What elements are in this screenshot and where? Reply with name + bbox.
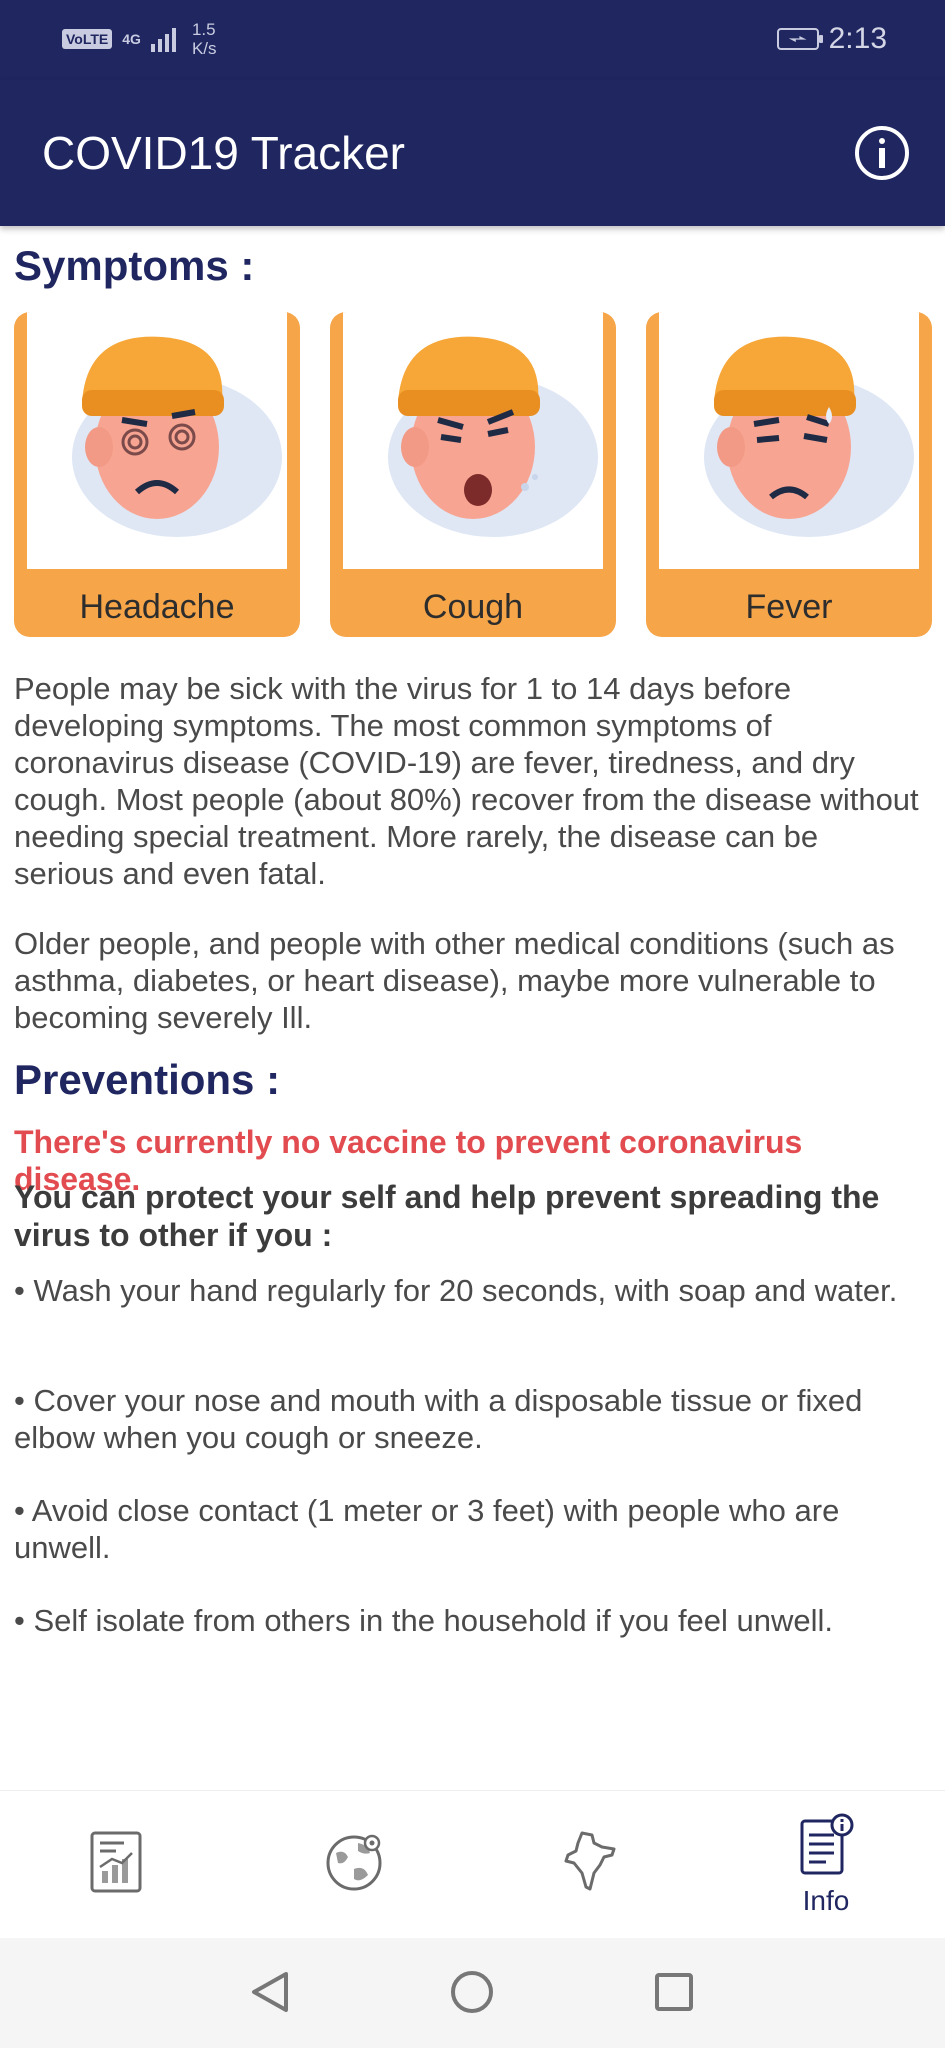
speed-unit: K/s xyxy=(191,39,217,58)
app-bar: COVID19 Tracker xyxy=(0,80,945,226)
symptoms-paragraph-1: People may be sick with the virus for 1 … xyxy=(14,671,919,891)
symptom-card-cough: Cough xyxy=(330,312,616,637)
globe-icon xyxy=(326,1834,382,1891)
info-document-icon xyxy=(800,1813,854,1875)
volte-badge: VoLTE xyxy=(62,29,113,49)
battery-charging-icon xyxy=(776,28,823,50)
stats-report-icon xyxy=(90,1831,142,1893)
prevention-item: • Avoid close contact (1 meter or 3 feet… xyxy=(14,1493,840,1565)
preventions-intro: You can protect your self and help preve… xyxy=(14,1179,880,1253)
home-circle-icon[interactable] xyxy=(448,1968,496,2016)
symptom-card-fever: Fever xyxy=(646,312,932,637)
fever-face-illustration xyxy=(659,312,919,569)
nav-item-info[interactable]: Info xyxy=(708,1791,944,1939)
headache-face-illustration xyxy=(27,312,287,569)
system-nav-bar xyxy=(0,1938,945,2048)
prevention-item: • Self isolate from others in the househ… xyxy=(14,1603,834,1638)
bottom-nav: Info xyxy=(0,1790,945,1938)
symptom-card-headache: Headache xyxy=(14,312,300,637)
nav-item-stats[interactable] xyxy=(0,1791,236,1939)
network-speed: 1.5 K/s xyxy=(192,20,217,58)
speed-value: 1.5 xyxy=(191,20,216,39)
app-title: COVID19 Tracker xyxy=(42,127,405,179)
signal-icon xyxy=(150,26,176,52)
status-bar: VoLTE 4G 1.5 K/s 2:13 xyxy=(0,0,945,80)
recents-square-icon[interactable] xyxy=(650,1968,698,2016)
back-triangle-icon[interactable] xyxy=(246,1968,294,2016)
cough-face-illustration xyxy=(343,312,603,569)
symptom-label-fever: Fever xyxy=(745,588,833,626)
nav-label-info: Info xyxy=(802,1885,850,1916)
info-circle-icon[interactable] xyxy=(855,126,909,180)
symptom-label-headache: Headache xyxy=(79,588,235,626)
status-left: VoLTE 4G 1.5 K/s xyxy=(62,20,217,58)
symptom-cards: Headache Cough Fever xyxy=(14,312,932,637)
prevention-item: • Wash your hand regularly for 20 second… xyxy=(14,1273,898,1308)
network-type: 4G xyxy=(122,31,141,47)
symptom-label-cough: Cough xyxy=(422,588,524,626)
india-map-icon xyxy=(564,1831,616,1891)
symptoms-heading: Symptoms : xyxy=(14,242,255,289)
nav-item-india[interactable] xyxy=(472,1791,708,1939)
preventions-heading: Preventions : xyxy=(14,1056,281,1103)
nav-item-world[interactable] xyxy=(236,1791,472,1939)
clock: 2:13 xyxy=(828,22,887,55)
prevention-item: • Cover your nose and mouth with a dispo… xyxy=(14,1383,863,1455)
status-right: 2:13 xyxy=(776,22,887,56)
symptoms-paragraph-2: Older people, and people with other medi… xyxy=(14,926,895,1035)
